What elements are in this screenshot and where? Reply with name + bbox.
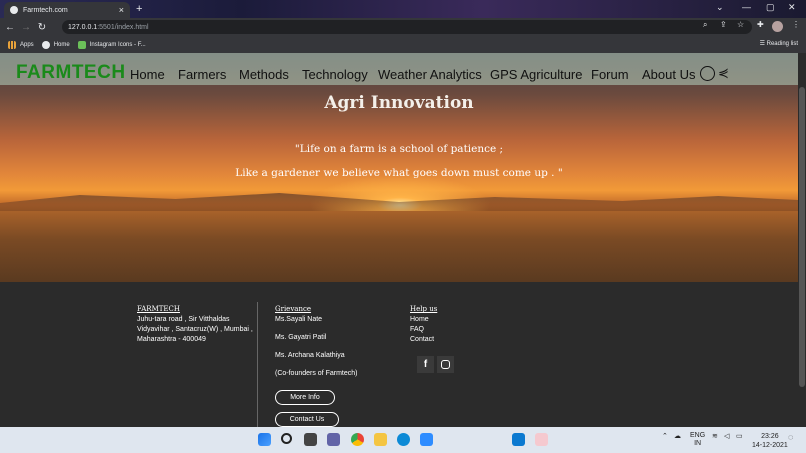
edge-icon[interactable] bbox=[397, 433, 410, 446]
browser-toolbar: ← → ↻ 127.0.0.1:5501/index.html ⌕ ⇪ ☆ ✚ … bbox=[0, 18, 806, 36]
forward-icon[interactable]: → bbox=[20, 22, 32, 33]
search-icon[interactable] bbox=[281, 433, 292, 444]
bookmark-apps[interactable]: Apps bbox=[8, 40, 34, 49]
nav-about-us[interactable]: About Us bbox=[642, 67, 695, 82]
reload-icon[interactable]: ↻ bbox=[36, 22, 48, 33]
address-line: Vidyavihar , Santacruz(W) , Mumbai , bbox=[137, 326, 253, 333]
web-page: FARMTECH Home Farmers Methods Technology… bbox=[0, 53, 798, 427]
clock[interactable]: 23:26 14-12-2021 bbox=[752, 432, 788, 450]
minimize-icon[interactable]: — bbox=[742, 2, 751, 12]
grievance-note: (Co-founders of Farmtech) bbox=[275, 370, 358, 377]
battery-icon[interactable]: ▭ bbox=[736, 432, 743, 440]
footer-divider bbox=[257, 302, 258, 427]
nav-farmers[interactable]: Farmers bbox=[178, 67, 226, 82]
nav-weather-analytics[interactable]: Weather Analytics bbox=[378, 67, 482, 82]
profile-avatar[interactable] bbox=[772, 21, 783, 32]
help-link-home[interactable]: Home bbox=[410, 315, 490, 325]
help-heading: Help us bbox=[410, 305, 438, 313]
apps-grid-icon bbox=[8, 40, 16, 49]
bookmark-favicon-icon bbox=[77, 40, 86, 49]
chat-icon[interactable] bbox=[327, 433, 340, 446]
reading-list[interactable]: ☰ Reading list bbox=[760, 40, 798, 47]
new-tab-button[interactable]: + bbox=[136, 3, 142, 15]
site-logo[interactable]: FARMTECH bbox=[16, 62, 126, 84]
notification-icon[interactable]: ◌ bbox=[788, 432, 793, 442]
tray-chevron-icon[interactable]: ⌃ bbox=[662, 432, 668, 440]
nav-home[interactable]: Home bbox=[130, 67, 165, 82]
bookmark-home[interactable]: Home bbox=[41, 40, 70, 49]
user-icon[interactable] bbox=[700, 66, 715, 81]
task-view-icon[interactable] bbox=[304, 433, 317, 446]
globe-icon bbox=[10, 6, 18, 14]
close-icon[interactable]: × bbox=[119, 5, 124, 15]
window-close-icon[interactable]: ✕ bbox=[788, 2, 796, 13]
app-icon[interactable] bbox=[535, 433, 548, 446]
extensions-icon[interactable]: ✚ bbox=[757, 20, 764, 29]
address-bar[interactable]: 127.0.0.1:5501/index.html bbox=[62, 20, 752, 34]
vscode-icon[interactable] bbox=[512, 433, 525, 446]
footer-address: FARMTECH Juhu-tara road , Sir Vitthaldas… bbox=[137, 304, 257, 345]
file-explorer-icon[interactable] bbox=[374, 433, 387, 446]
nav-gps-agriculture[interactable]: GPS Agriculture bbox=[490, 67, 583, 82]
volume-icon[interactable]: ◁ bbox=[724, 432, 729, 440]
bookmark-instagram-icons[interactable]: Instagram Icons - F... bbox=[77, 40, 146, 49]
nav-forum[interactable]: Forum bbox=[591, 67, 629, 82]
chrome-icon[interactable] bbox=[351, 433, 364, 446]
site-navbar: FARMTECH Home Farmers Methods Technology… bbox=[0, 53, 798, 85]
facebook-icon[interactable]: f bbox=[417, 356, 434, 373]
chevron-down-icon[interactable]: ⌄ bbox=[716, 2, 724, 13]
zoom-app-icon[interactable] bbox=[420, 433, 433, 446]
maximize-icon[interactable]: ▢ bbox=[766, 2, 775, 13]
start-icon[interactable] bbox=[258, 433, 271, 446]
scrollbar-thumb[interactable] bbox=[799, 87, 805, 387]
instagram-icon[interactable] bbox=[437, 356, 454, 373]
zoom-icon[interactable]: ⌕ bbox=[703, 20, 707, 30]
page-scrollbar[interactable] bbox=[798, 53, 806, 427]
help-link-faq[interactable]: FAQ bbox=[410, 325, 490, 335]
nav-methods[interactable]: Methods bbox=[239, 67, 289, 82]
site-footer: FARMTECH Juhu-tara road , Sir Vitthaldas… bbox=[0, 282, 798, 427]
grievance-heading: Grievance bbox=[275, 305, 312, 313]
reading-list-icon: ☰ bbox=[759, 41, 767, 47]
quote-line-1: "Life on a farm is a school of patience … bbox=[294, 143, 504, 155]
hero-hills bbox=[0, 193, 798, 211]
footer-grievance: Grievance Ms.Sayali Nate Ms. Gayatri Pat… bbox=[275, 304, 395, 379]
more-info-button[interactable]: More Info bbox=[275, 390, 335, 405]
url-path: :5501/index.html bbox=[97, 23, 149, 31]
hero-section: FARMTECH Home Farmers Methods Technology… bbox=[0, 53, 798, 282]
hero-title: Agri Innovation bbox=[324, 93, 474, 113]
address-line: Juhu-tara road , Sir Vitthaldas bbox=[137, 316, 230, 323]
contact-us-button[interactable]: Contact Us bbox=[275, 412, 339, 427]
windows-taskbar: ⌃ ☁ ENG IN ≋ ◁ ▭ 23:26 14-12-2021 ◌ bbox=[0, 427, 806, 453]
bookmark-star-icon[interactable]: ☆ bbox=[737, 20, 744, 29]
wifi-icon[interactable]: ≋ bbox=[712, 432, 718, 440]
hero-field bbox=[0, 211, 798, 282]
url-host: 127.0.0.1 bbox=[68, 23, 98, 31]
language-indicator[interactable]: ENG IN bbox=[690, 432, 705, 448]
address-line: Maharashtra - 400049 bbox=[137, 336, 206, 343]
onedrive-icon[interactable]: ☁ bbox=[674, 432, 681, 440]
bookmarks-bar: Apps Home Instagram Icons - F... ☰ Readi… bbox=[0, 36, 806, 53]
share-nodes-icon[interactable]: ⋞ bbox=[718, 65, 729, 81]
help-link-contact[interactable]: Contact bbox=[410, 335, 490, 345]
grievance-name: Ms. Gayatri Patil bbox=[275, 334, 327, 341]
menu-icon[interactable]: ⋮ bbox=[792, 20, 800, 29]
globe-icon bbox=[41, 40, 50, 49]
nav-technology[interactable]: Technology bbox=[302, 67, 368, 82]
browser-tab[interactable]: Farmtech.com × bbox=[4, 2, 130, 18]
share-icon[interactable]: ⇪ bbox=[720, 20, 727, 29]
browser-titlebar: Farmtech.com × + ⌄ — ▢ ✕ bbox=[0, 0, 806, 18]
quote-line-2: Like a gardener we believe what goes dow… bbox=[235, 167, 563, 179]
tab-title: Farmtech.com bbox=[23, 6, 68, 14]
address-heading: FARMTECH bbox=[137, 305, 180, 313]
grievance-name: Ms.Sayali Nate bbox=[275, 316, 323, 323]
footer-help: Help us Home FAQ Contact bbox=[410, 304, 490, 345]
back-icon[interactable]: ← bbox=[4, 22, 16, 33]
grievance-name: Ms. Archana Kalathiya bbox=[275, 352, 345, 359]
